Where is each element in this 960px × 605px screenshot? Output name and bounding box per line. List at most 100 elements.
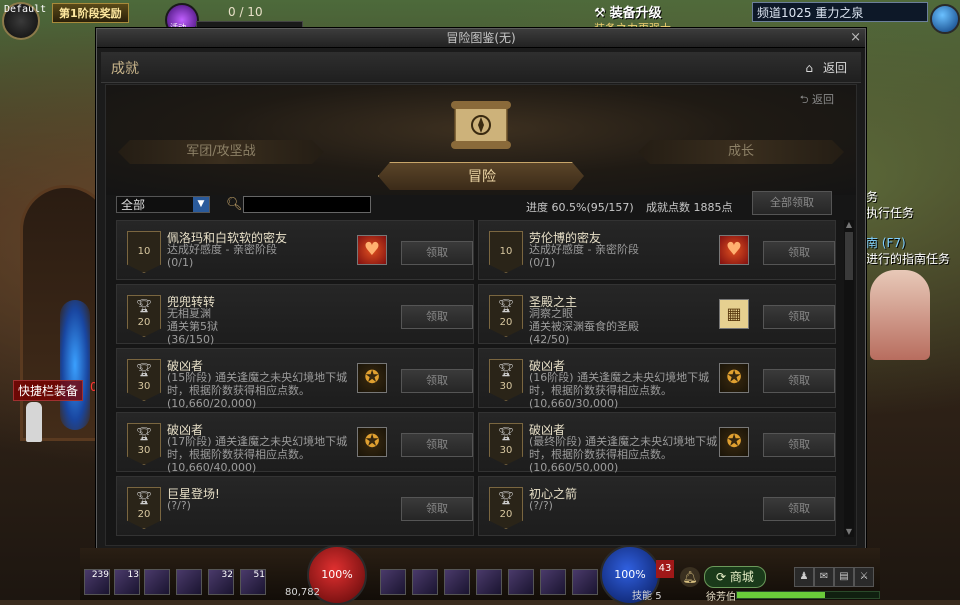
achievement-progress: (10,660/20,000) [167, 397, 257, 410]
achievement-progress: (0/1) [167, 256, 194, 269]
heart-icon: ♥ [719, 235, 749, 265]
list-scrollbar[interactable]: ▲ ▼ [844, 220, 854, 537]
equip-upgrade-notice[interactable]: ⚒ 装备升级 [594, 2, 662, 21]
quick-slot-4[interactable] [176, 569, 202, 595]
anvil-icon: ⚒ [594, 6, 606, 21]
achievement-points-badge: 🏆︎ 30 [127, 423, 161, 465]
trophy-icon: 🏆︎ [135, 427, 153, 442]
trophy-icon: 🏆︎ [497, 299, 515, 314]
skill-slot-7[interactable] [572, 569, 598, 595]
scroll-down-icon[interactable]: ▼ [844, 527, 854, 537]
skill-slot-1[interactable] [380, 569, 406, 595]
achievement-progress: (?/?) [167, 499, 191, 512]
chevron-down-icon[interactable]: ▼ [193, 197, 209, 212]
claim-button[interactable]: 领取 [763, 305, 835, 329]
seal-icon: ✪ [719, 363, 749, 393]
claim-button[interactable]: 领取 [401, 497, 473, 521]
character-name: 徐芳伯 [706, 592, 736, 603]
player-character [26, 402, 42, 442]
quickbar-equip-label[interactable]: 快捷栏装备 [13, 380, 84, 401]
back-button-label: 返回 [822, 61, 847, 75]
exp-bar-fill [737, 592, 826, 598]
claim-button[interactable]: 领取 [401, 369, 473, 393]
tab-growth[interactable]: 成长 [638, 140, 844, 164]
achievement-card: 🏆︎ 20 巨星登场! (?/?) 领取 [116, 476, 474, 536]
achievement-card: 🏆︎ 20 兜兜转转 无相夏渊 通关第5狱 (36/150) 领取 [116, 284, 474, 346]
search-input[interactable] [243, 196, 371, 213]
mail-icon[interactable]: ✉ [814, 567, 834, 587]
channel-display[interactable]: 频道1025 重力之泉 [752, 2, 928, 22]
achievement-points-badge: 10 [127, 231, 161, 273]
achievement-points-text: 成就点数 1885点 [646, 201, 733, 214]
quick-slot-3[interactable] [144, 569, 170, 595]
achievement-card: 10 佩洛玛和白软软的密友 达成好感度 - 亲密阶段 (0/1) ♥ 领取 [116, 220, 474, 280]
trophy-icon: 🏆︎ [497, 491, 515, 506]
achievement-description: 无相夏渊 通关第5狱 [167, 307, 218, 333]
claim-button[interactable]: 领取 [401, 433, 473, 457]
return-link-label: 返回 [812, 93, 834, 106]
quest-task-label[interactable]: 务 [866, 188, 878, 205]
close-button[interactable]: × [850, 29, 861, 47]
guide-shortcut-label[interactable]: 南 (F7) [866, 234, 906, 251]
seal-icon: ✪ [357, 427, 387, 457]
tab-adventure[interactable]: 冒险 [378, 162, 584, 190]
achievement-points: 20 [137, 317, 151, 328]
skill-slot-2[interactable] [412, 569, 438, 595]
scroll-up-icon[interactable]: ▲ [844, 220, 854, 230]
trophy-icon: 🏆︎ [135, 299, 153, 314]
achievement-description: 洞察之眼 通关被深渊蚕食的圣殿 [529, 307, 639, 333]
back-button[interactable]: ⌂ 返回 [805, 59, 847, 76]
quest-exec-label[interactable]: 执行任务 [866, 204, 914, 221]
guide-task-label[interactable]: 进行的指南任务 [866, 250, 950, 267]
quick-slot-1[interactable]: 239 [84, 569, 110, 595]
quick-slot-2[interactable]: 13 [114, 569, 140, 595]
achievement-description: 达成好感度 - 亲密阶段 [167, 243, 277, 256]
shop-button[interactable]: ⟳ 商城 [704, 566, 766, 588]
trophy-icon: 🏆︎ [135, 491, 153, 506]
equip-upgrade-label: 装备升级 [609, 6, 662, 21]
quick-slot-6[interactable]: 51 [240, 569, 266, 595]
achievement-points: 30 [499, 381, 513, 392]
achievement-panel: ⮌ 返回 军团/攻坚战 冒险 成长 全部 ▼ 🔍︎ 进度 60.5%(95/15… [105, 84, 857, 546]
quick-slot-6-count: 51 [253, 570, 265, 580]
claim-all-button[interactable]: 全部领取 [752, 191, 832, 215]
achievement-points-badge: 🏆︎ 20 [489, 487, 523, 529]
level-badge: 43 [656, 560, 674, 578]
achievement-points-badge: 10 [489, 231, 523, 273]
sword-icon[interactable]: ⚔ [854, 567, 874, 587]
achievement-progress: (10,660/30,000) [529, 397, 619, 410]
claim-button[interactable]: 领取 [401, 305, 473, 329]
event-counter: 0 / 10 [228, 5, 263, 19]
claim-button[interactable]: 领取 [763, 369, 835, 393]
achievement-points-badge: 🏆︎ 30 [489, 423, 523, 465]
claim-button[interactable]: 领取 [763, 497, 835, 521]
quick-slot-5[interactable]: 32 [208, 569, 234, 595]
home-icon[interactable]: ⌂ [805, 61, 813, 75]
bell-icon[interactable]: 🔔︎ [680, 567, 700, 587]
quick-slot-1-count: 239 [91, 570, 109, 580]
stage-reward-badge[interactable]: 第1阶段奖励 [52, 3, 129, 23]
map-icon: ▦ [719, 299, 749, 329]
achievement-points-badge: 🏆︎ 20 [127, 487, 161, 529]
skill-slot-5[interactable] [508, 569, 534, 595]
inventory-icon[interactable]: ▤ [834, 567, 854, 587]
tab-legion-raid[interactable]: 军团/攻坚战 [118, 140, 324, 164]
dialog-titlebar[interactable]: 冒险图鉴(无) × [97, 29, 865, 48]
scroll-thumb[interactable] [845, 232, 853, 280]
preset-label: Default [4, 4, 47, 15]
achievement-progress: (0/1) [529, 256, 556, 269]
achievement-progress: (36/150) [167, 333, 215, 346]
category-dropdown[interactable]: 全部 ▼ [116, 196, 210, 213]
claim-button[interactable]: 领取 [763, 433, 835, 457]
claim-button[interactable]: 领取 [401, 241, 473, 265]
skill-slot-4[interactable] [476, 569, 502, 595]
skill-slot-3[interactable] [444, 569, 470, 595]
filter-row: 全部 ▼ 🔍︎ 进度 60.5%(95/157) 成就点数 1885点 全部领取 [116, 191, 846, 216]
claim-button[interactable]: 领取 [763, 241, 835, 265]
return-link[interactable]: ⮌ 返回 [800, 91, 834, 110]
character-icon[interactable]: ♟ [794, 567, 814, 587]
background-cabinet [870, 270, 930, 360]
seal-icon: ✪ [357, 363, 387, 393]
skill-slot-6[interactable] [540, 569, 566, 595]
globe-icon[interactable] [930, 4, 960, 34]
